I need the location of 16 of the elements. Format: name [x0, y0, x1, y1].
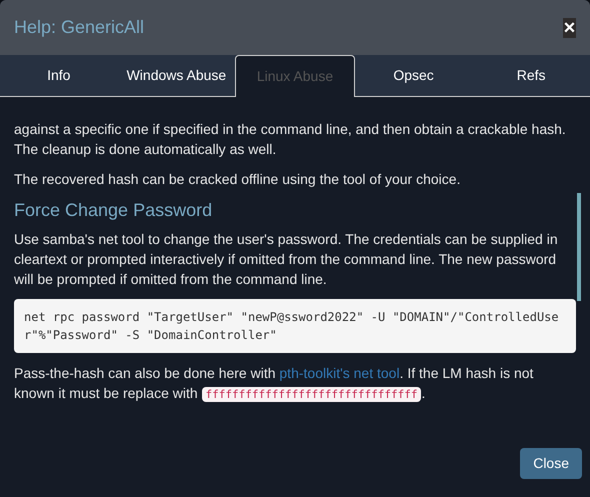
window-title: Help: GenericAll [14, 16, 144, 39]
paragraph: The recovered hash can be cracked offline using the tool of your choice. [14, 170, 462, 189]
section-heading: Force Change Password [14, 199, 214, 221]
paragraph: against a specific one if specified in the command line, and then obtain a crackable hash. The cleanup is done automatically as well. [14, 120, 567, 159]
link[interactable]: pth-toolkit's net tool [279, 365, 400, 381]
code-block: net rpc password "TargetUser" "newP@ssword2022" -U "DOMAIN"/"ControlledUser"%"Password" -S "DomainController" [14, 299, 576, 353]
paragraph: Use samba's net tool to change the user's password. The credentials can be supplied in cleartext or prompted interactively if omitted from the command line. The new password will be prompted if omitted from the command line. [14, 230, 559, 289]
scrollbar-thumb[interactable] [577, 193, 581, 301]
inline-code: ffffffffffffffffffffffffffffffff [202, 387, 422, 402]
tab[interactable]: Refs [472, 54, 590, 96]
paragraph: Pass-the-hash can also be done here with pth-toolkit's net tool. If the LM hash is not known it must be replace with ffffffffffffffffffffffffffffffff . [14, 364, 534, 404]
close-icon[interactable]: × [563, 18, 576, 38]
tab[interactable]: Info [0, 54, 118, 96]
tab[interactable]: Windows Abuse [118, 54, 236, 96]
close-button[interactable]: Close [520, 448, 582, 479]
tab[interactable]: Opsec [354, 54, 472, 96]
